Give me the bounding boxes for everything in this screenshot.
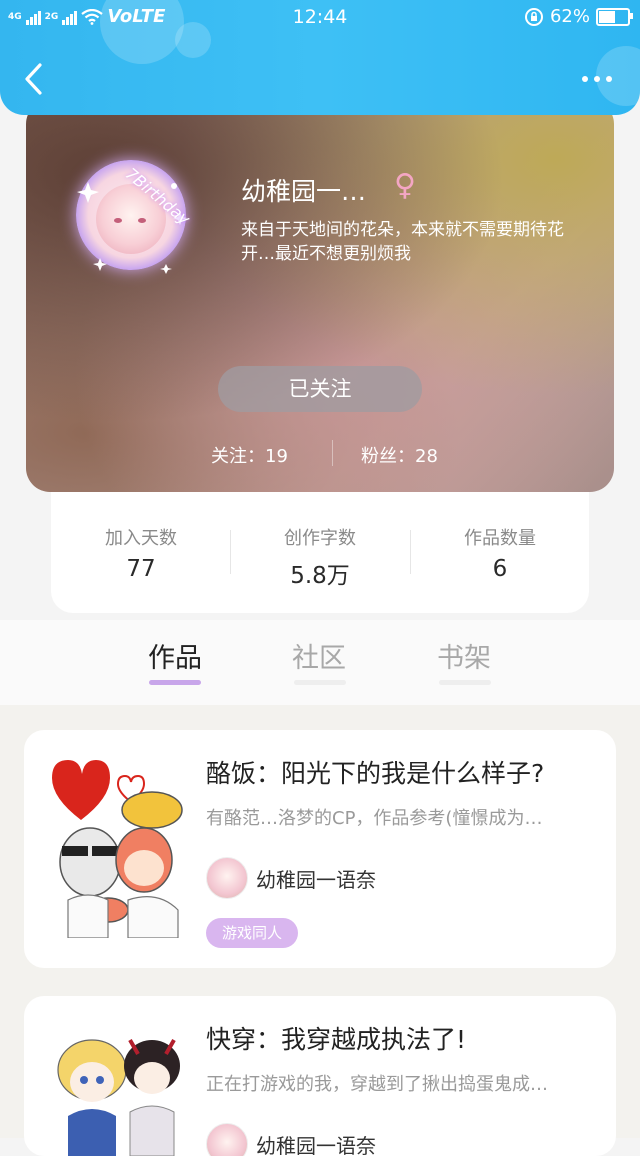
battery-fill [599, 11, 615, 23]
tab-indicator-active [149, 680, 201, 685]
stat-works-count: 作品数量 6 [410, 524, 590, 582]
tab-indicator [294, 680, 346, 685]
follow-button[interactable]: 已关注 [218, 366, 422, 412]
work-description: 有酪范…洛梦的CP，作品参考(憧憬成为… [206, 804, 596, 830]
follow-counts: 关注：19 粉丝：28 [26, 440, 614, 468]
stat-join-days: 加入天数 77 [51, 524, 231, 582]
more-dot [606, 76, 612, 82]
stat-value: 6 [410, 556, 590, 582]
status-right: 62% [524, 6, 630, 27]
more-options-button[interactable] [582, 76, 612, 82]
stat-label: 作品数量 [410, 524, 590, 550]
work-title: 快穿：我穿越成执法了! [206, 1020, 596, 1056]
top-header: 4G 2G VoLTE 12:44 62% [0, 0, 640, 115]
stat-value: 5.8万 [230, 556, 410, 590]
battery-percent: 62% [550, 6, 590, 27]
work-card[interactable]: 快穿：我穿越成执法了! 正在打游戏的我，穿越到了揪出捣蛋鬼成… 幼稚园一语奈 [24, 996, 616, 1156]
profile-card: 7Birthday 幼稚园一… ♀ 来自于天地间的花朵，本来就不需要期待花开…最… [26, 100, 614, 492]
cover-illustration [48, 1016, 188, 1156]
tab-community[interactable]: 社区 [292, 636, 346, 675]
battery-icon [596, 8, 630, 26]
work-title: 酪饭：阳光下的我是什么样子? [206, 754, 596, 790]
more-dot [582, 76, 588, 82]
more-dot [594, 76, 600, 82]
avatar[interactable]: 7Birthday [70, 140, 200, 290]
back-chevron-icon[interactable] [22, 62, 44, 96]
stat-label: 加入天数 [51, 524, 231, 550]
following-count[interactable]: 关注：19 [211, 442, 288, 468]
profile-bio: 来自于天地间的花朵，本来就不需要期待花开…最近不想更别烦我 [241, 218, 596, 266]
author-name: 幼稚园一语奈 [256, 864, 376, 893]
stat-word-count: 创作字数 5.8万 [230, 524, 410, 590]
stat-label: 创作字数 [230, 524, 410, 550]
profile-nickname: 幼稚园一… [241, 172, 366, 208]
author-name: 幼稚园一语奈 [256, 1130, 376, 1156]
stat-value: 77 [51, 556, 231, 582]
work-description: 正在打游戏的我，穿越到了揪出捣蛋鬼成… [206, 1070, 596, 1096]
work-cover-image [48, 750, 188, 938]
work-author[interactable]: 幼稚园一语奈 [206, 856, 376, 900]
tab-indicator [439, 680, 491, 685]
status-bar: 4G 2G VoLTE 12:44 62% [0, 6, 640, 28]
work-cover-image [48, 1016, 188, 1156]
work-author[interactable]: 幼稚园一语奈 [206, 1122, 376, 1156]
work-tag[interactable]: 游戏同人 [206, 918, 298, 948]
author-avatar [206, 1123, 248, 1156]
author-avatar [206, 857, 248, 899]
fans-count[interactable]: 粉丝：28 [361, 442, 438, 468]
rotation-lock-icon [524, 7, 544, 27]
tab-bookshelf[interactable]: 书架 [437, 636, 491, 675]
female-icon: ♀ [394, 168, 416, 203]
cover-illustration [48, 750, 188, 938]
tab-bar: 作品 社区 书架 [0, 620, 640, 705]
tab-works[interactable]: 作品 [148, 636, 202, 675]
divider [332, 440, 333, 466]
work-card[interactable]: 酪饭：阳光下的我是什么样子? 有酪范…洛梦的CP，作品参考(憧憬成为… 幼稚园一… [24, 730, 616, 968]
